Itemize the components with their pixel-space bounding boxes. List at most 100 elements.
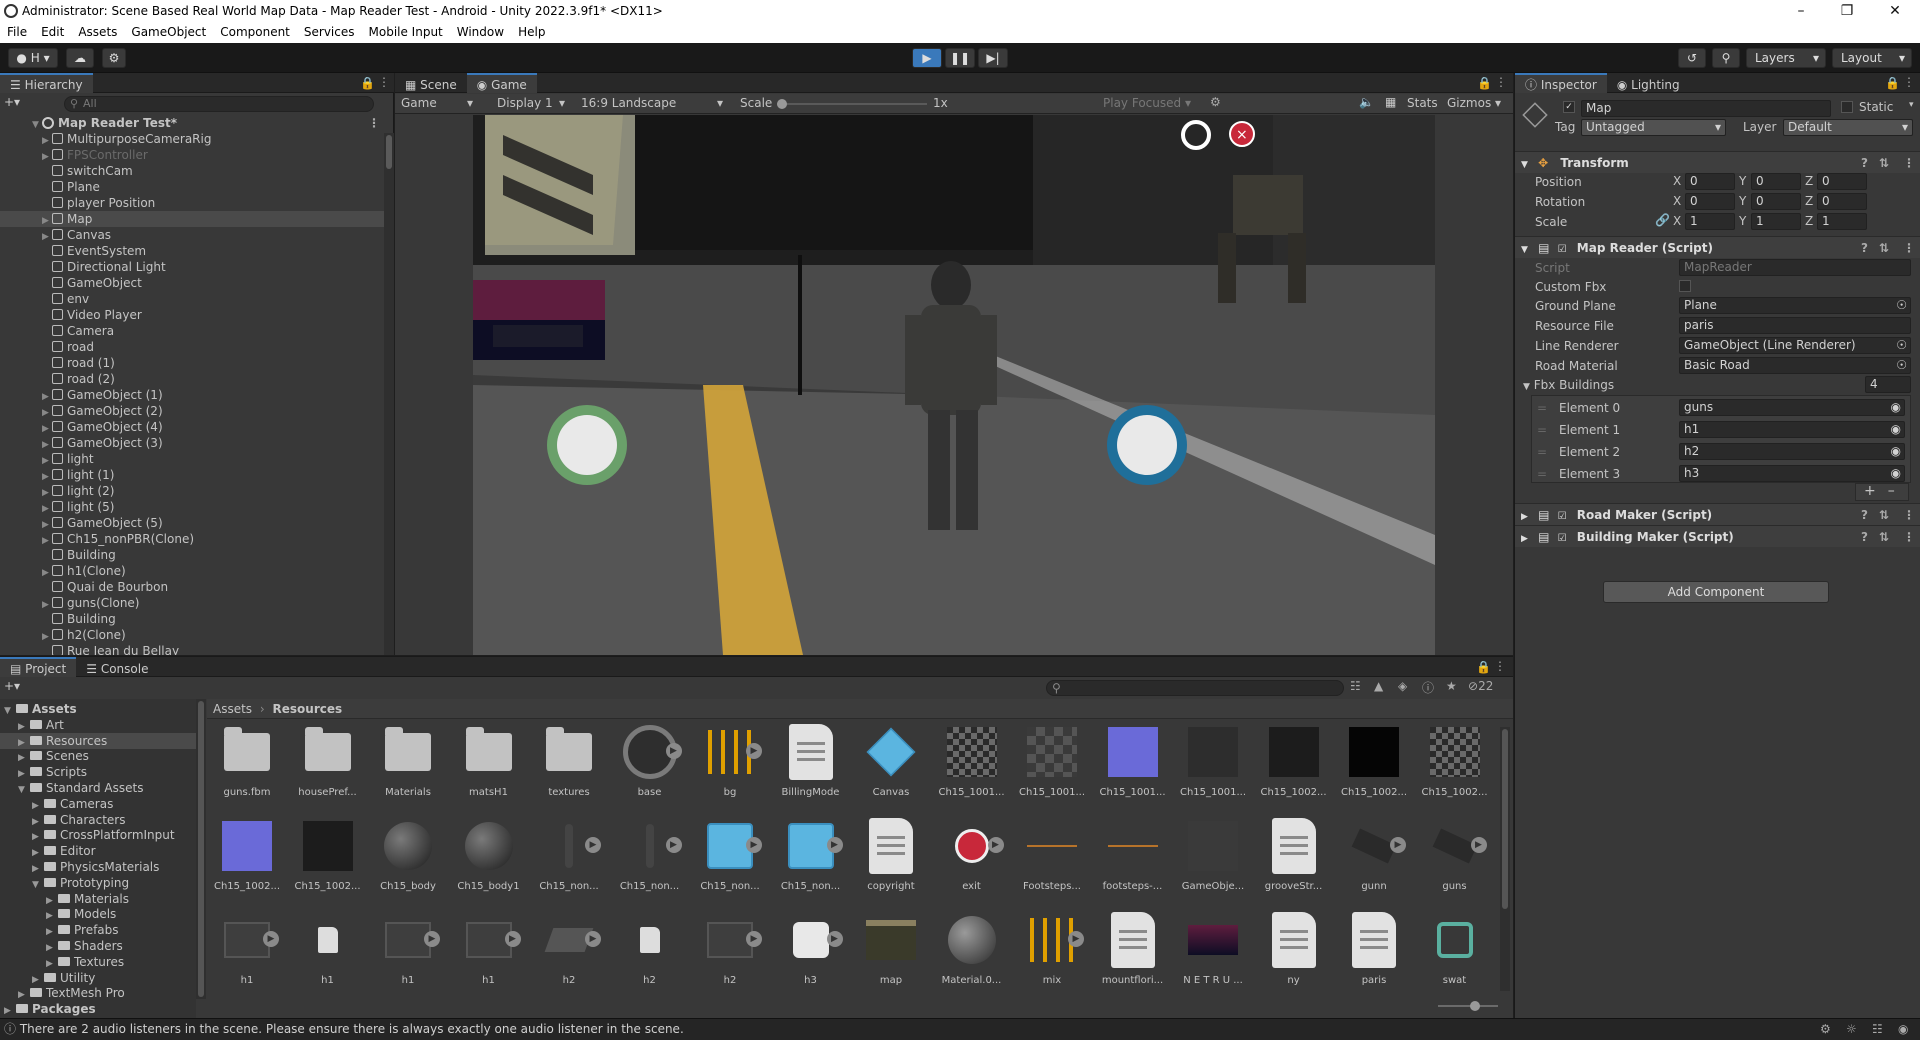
folder-tree-item[interactable]: ▶ TextMesh Pro bbox=[0, 985, 196, 1001]
folder-tree-item[interactable]: ▶ Utility bbox=[0, 970, 196, 986]
element-field[interactable]: h3 ◉ bbox=[1679, 465, 1905, 482]
asset-item[interactable]: grooveStr... bbox=[1254, 815, 1334, 907]
tab-hierarchy[interactable]: ☰ Hierarchy bbox=[0, 73, 93, 93]
hierarchy-item[interactable]: Video Player bbox=[0, 307, 384, 323]
asset-item[interactable]: swat bbox=[1415, 909, 1495, 997]
asset-item[interactable]: ▶ Ch15_non... bbox=[610, 815, 690, 907]
hierarchy-item[interactable]: ▶ GameObject (4) bbox=[0, 419, 384, 435]
menu-component[interactable]: Component bbox=[213, 22, 297, 39]
menu-help[interactable]: Help bbox=[511, 22, 552, 39]
hierarchy-item[interactable]: env bbox=[0, 291, 384, 307]
folder-tree-item[interactable]: ▶ Prefabs bbox=[0, 922, 196, 938]
log-icon[interactable]: ⓘ bbox=[1422, 679, 1434, 696]
asset-item[interactable]: ▶ h3 bbox=[771, 909, 851, 997]
asset-item[interactable]: Footsteps... bbox=[1012, 815, 1092, 907]
drag-handle-icon[interactable]: = bbox=[1537, 467, 1547, 481]
folder-tree-item[interactable]: ▶ Scripts bbox=[0, 764, 196, 780]
layer-dropdown[interactable]: Default ▾ bbox=[1783, 119, 1913, 136]
hierarchy-item[interactable]: road (2) bbox=[0, 371, 384, 387]
object-picker-icon[interactable]: ◉ bbox=[1891, 444, 1901, 459]
hierarchy-item[interactable]: player Position bbox=[0, 195, 384, 211]
pause-button[interactable]: ❚❚ bbox=[945, 48, 975, 68]
enabled-checkbox[interactable]: ☑ bbox=[1558, 511, 1567, 522]
asset-item[interactable]: housePref... bbox=[288, 721, 368, 813]
hierarchy-search-input[interactable]: ⚲ All bbox=[64, 96, 374, 112]
asset-item[interactable]: ▶ Ch15_non... bbox=[771, 815, 851, 907]
help-icon[interactable]: ? bbox=[1861, 504, 1868, 526]
folder-tree-item[interactable]: ▶ Art bbox=[0, 717, 196, 733]
layers-dropdown[interactable]: Layers ▾ bbox=[1746, 48, 1826, 68]
component-menu-icon[interactable]: ⋮ bbox=[1903, 526, 1915, 548]
element-field[interactable]: h2 ◉ bbox=[1679, 443, 1905, 460]
expand-asset-icon[interactable]: ▶ bbox=[987, 837, 1004, 853]
drag-handle-icon[interactable]: = bbox=[1537, 401, 1547, 415]
hierarchy-item[interactable]: ▶ light (2) bbox=[0, 483, 384, 499]
scale-z-field[interactable]: 1 bbox=[1817, 213, 1867, 230]
asset-item[interactable]: ▶ gunn bbox=[1334, 815, 1414, 907]
road-material-field[interactable]: Basic Road ☉ bbox=[1679, 357, 1911, 374]
object-picker-icon[interactable]: ◉ bbox=[1891, 400, 1901, 415]
hierarchy-item[interactable]: Plane bbox=[0, 179, 384, 195]
thumbnail-size-slider[interactable] bbox=[1438, 1001, 1498, 1011]
scale-slider[interactable] bbox=[777, 99, 927, 109]
help-icon[interactable]: ? bbox=[1861, 152, 1868, 174]
hierarchy-item[interactable]: ▶ light (1) bbox=[0, 467, 384, 483]
folder-tree-item[interactable]: ▶ PhysicsMaterials bbox=[0, 859, 196, 875]
filter-label-icon[interactable]: ◈ bbox=[1398, 679, 1407, 693]
mute-icon[interactable]: 🔈 bbox=[1359, 95, 1374, 109]
tab-console[interactable]: ☰ Console bbox=[76, 659, 158, 679]
component-menu-icon[interactable]: ⋮ bbox=[1903, 504, 1915, 526]
expand-asset-icon[interactable]: ▶ bbox=[826, 837, 843, 853]
rotation-z-field[interactable]: 0 bbox=[1817, 193, 1867, 210]
expand-asset-icon[interactable]: ▶ bbox=[665, 837, 682, 853]
element-field[interactable]: guns ◉ bbox=[1679, 399, 1905, 416]
folder-tree-item[interactable]: ▶ Textures bbox=[0, 954, 196, 970]
hidden-packages-toggle[interactable]: ⊘22 bbox=[1468, 679, 1493, 693]
tab-game[interactable]: ◉ Game bbox=[466, 73, 537, 93]
expand-asset-icon[interactable]: ▶ bbox=[665, 743, 682, 759]
asset-item[interactable]: BillingMode bbox=[771, 721, 851, 813]
menu-window[interactable]: Window bbox=[450, 22, 511, 39]
close-window-button[interactable]: ✕ bbox=[1872, 0, 1918, 22]
bug-icon[interactable]: ⚙ bbox=[1210, 95, 1221, 109]
status-message[interactable]: There are 2 audio listeners in the scene… bbox=[20, 1022, 684, 1036]
add-element-button[interactable]: + bbox=[1864, 483, 1876, 499]
tab-inspector[interactable]: ⓘ Inspector bbox=[1515, 73, 1607, 93]
menu-edit[interactable]: Edit bbox=[34, 22, 71, 39]
folder-tree-item[interactable]: ▼ Assets bbox=[0, 701, 196, 717]
collab-icon[interactable]: ⚙ bbox=[102, 48, 126, 68]
display-dropdown[interactable]: Display 1 ▾ bbox=[497, 96, 577, 110]
object-picker-icon[interactable]: ☉ bbox=[1896, 358, 1907, 373]
expand-asset-icon[interactable]: ▶ bbox=[424, 931, 440, 947]
menu-gameobject[interactable]: GameObject bbox=[124, 22, 213, 39]
asset-item[interactable]: h2 bbox=[610, 909, 690, 997]
folder-tree-item[interactable]: ▼ Standard Assets bbox=[0, 780, 196, 796]
object-picker-icon[interactable]: ☉ bbox=[1896, 298, 1907, 313]
account-button[interactable]: ● H ▾ bbox=[8, 48, 58, 68]
scale-y-field[interactable]: 1 bbox=[1751, 213, 1801, 230]
expand-asset-icon[interactable]: ▶ bbox=[1068, 931, 1084, 947]
folder-tree-item[interactable]: ▶ Packages bbox=[0, 1001, 196, 1017]
lock-icon[interactable]: 🔒 bbox=[1885, 76, 1900, 90]
link-scale-icon[interactable]: 🔗 bbox=[1655, 213, 1670, 227]
resource-file-field[interactable]: paris bbox=[1679, 317, 1911, 334]
gizmos-toggle[interactable]: Gizmos ▾ bbox=[1447, 96, 1501, 110]
hierarchy-item[interactable]: Building bbox=[0, 611, 384, 627]
enabled-checkbox[interactable]: ☑ bbox=[1558, 244, 1567, 255]
asset-item[interactable]: Materials bbox=[368, 721, 448, 813]
asset-item[interactable]: matsH1 bbox=[449, 721, 529, 813]
position-z-field[interactable]: 0 bbox=[1817, 173, 1867, 190]
expand-asset-icon[interactable]: ▶ bbox=[504, 931, 521, 947]
grid-icon[interactable]: ▦ bbox=[1385, 95, 1396, 109]
asset-item[interactable]: Ch15_1001... bbox=[932, 721, 1012, 813]
asset-item[interactable]: ▶ Ch15_non... bbox=[690, 815, 770, 907]
remove-element-button[interactable]: – bbox=[1888, 483, 1895, 499]
preset-icon[interactable]: ⇅ bbox=[1879, 237, 1889, 259]
object-picker-icon[interactable]: ◉ bbox=[1891, 422, 1901, 437]
tab-project[interactable]: ▤ Project bbox=[0, 657, 77, 677]
tag-dropdown[interactable]: Untagged ▾ bbox=[1581, 119, 1726, 136]
hierarchy-item[interactable]: Quai de Bourbon bbox=[0, 579, 384, 595]
expand-arrow-icon[interactable]: ▶ bbox=[4, 1003, 16, 1019]
expand-asset-icon[interactable]: ▶ bbox=[1390, 837, 1406, 853]
network-icon[interactable]: ☼ bbox=[1846, 1019, 1857, 1040]
